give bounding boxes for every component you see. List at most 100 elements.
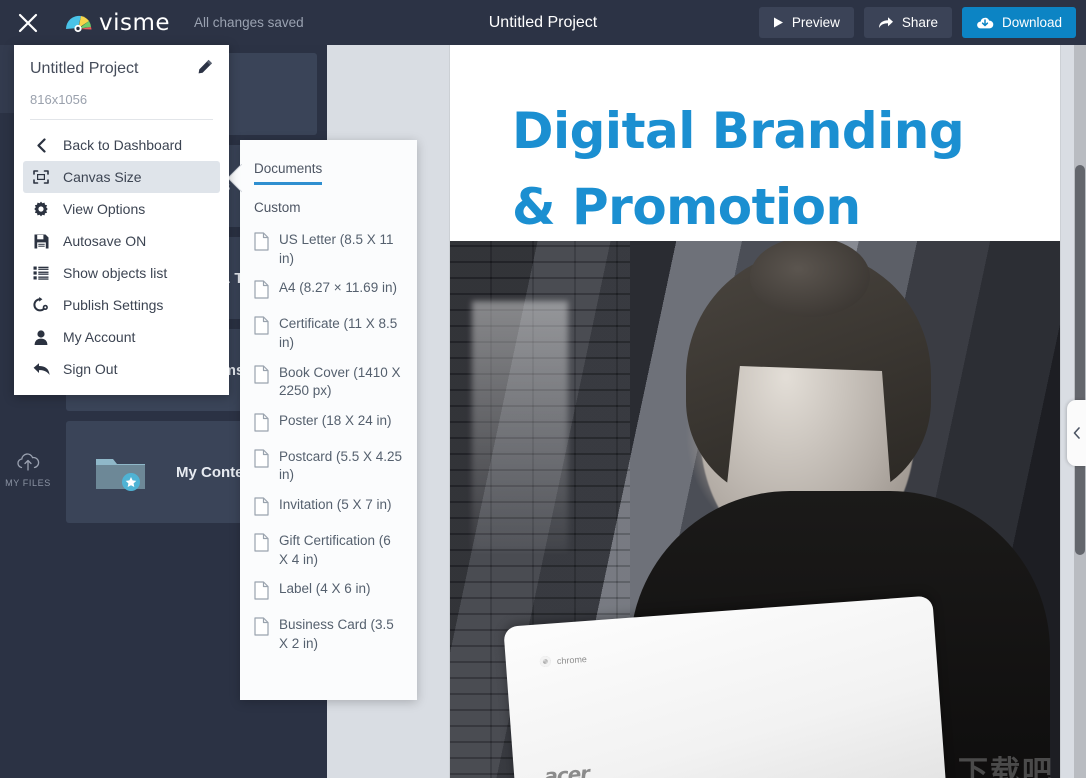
preset-label[interactable]: Label (4 X 6 in): [254, 580, 403, 605]
sign-out-arrow-icon: [31, 362, 51, 376]
document-icon: [254, 497, 269, 521]
document-preset-list: US Letter (8.5 X 11 in) A4 (8.27 × 11.69…: [254, 231, 403, 654]
chevron-left-icon: [31, 137, 51, 153]
chrome-badge: chrome: [539, 653, 588, 668]
chrome-logo-icon: [539, 655, 552, 668]
document-icon: [254, 316, 269, 340]
document-icon: [254, 533, 269, 557]
menu-item-label: Show objects list: [63, 265, 168, 281]
canvas-size-icon: [31, 170, 51, 184]
document-icon: [254, 617, 269, 641]
folder-star-icon: [66, 451, 176, 493]
share-button-label: Share: [901, 15, 938, 30]
list-icon: [31, 266, 51, 280]
tab-documents[interactable]: Documents: [254, 161, 323, 185]
menu-item-my-account[interactable]: My Account: [23, 321, 220, 353]
menu-item-canvas-size[interactable]: Canvas Size: [23, 161, 220, 193]
preset-gift-certification[interactable]: Gift Certification (6 X 4 in): [254, 532, 403, 569]
document-icon: [254, 413, 269, 437]
preset-label: Gift Certification (6 X 4 in): [279, 533, 391, 567]
menu-header: Untitled Project 816x1056: [14, 45, 229, 107]
preset-us-letter[interactable]: US Letter (8.5 X 11 in): [254, 231, 403, 268]
cloud-upload-icon: [15, 451, 41, 473]
floppy-disk-icon: [31, 234, 51, 249]
menu-item-label: Canvas Size: [63, 169, 142, 185]
preset-label: US Letter (8.5 X 11 in): [279, 232, 394, 266]
chrome-badge-label: chrome: [556, 653, 588, 666]
menu-item-sign-out[interactable]: Sign Out: [23, 353, 220, 385]
preset-label: A4 (8.27 × 11.69 in): [279, 280, 397, 296]
preset-label: Certificate (11 X 8.5 in): [279, 316, 398, 350]
menu-item-publish-settings[interactable]: Publish Settings: [23, 289, 220, 321]
preset-label: Business Card (3.5 X 2 in): [279, 617, 394, 651]
main-dropdown-menu[interactable]: Untitled Project 816x1056 Back to Dashbo…: [14, 45, 229, 395]
rail-item-my-files[interactable]: MY FILES: [0, 435, 56, 503]
preset-book-cover[interactable]: Book Cover (1410 X 2250 px): [254, 364, 403, 401]
preset-a4[interactable]: A4 (8.27 × 11.69 in): [254, 279, 403, 304]
design-page[interactable]: Digital Branding & Promotion chrome acer: [450, 45, 1060, 778]
document-icon: [254, 581, 269, 605]
gear-icon: [31, 201, 51, 217]
menu-item-autosave[interactable]: Autosave ON: [23, 225, 220, 257]
publish-icon: [31, 297, 51, 313]
user-icon: [31, 329, 51, 345]
preset-label: Invitation (5 X 7 in): [279, 497, 392, 512]
menu-item-back-to-dashboard[interactable]: Back to Dashboard: [23, 129, 220, 161]
menu-item-label: Autosave ON: [63, 233, 147, 249]
document-icon: [254, 232, 269, 256]
document-icon: [254, 449, 269, 473]
visme-editor-window: Digital Branding & Promotion chrome acer: [0, 0, 1086, 778]
cloud-download-icon: [977, 17, 994, 28]
design-title-line2: & Promotion: [512, 178, 861, 236]
custom-size-option[interactable]: Custom: [254, 200, 403, 215]
menu-item-label: View Options: [63, 201, 146, 217]
acer-logo-text: acer: [543, 761, 590, 778]
canvas-scrollbar-thumb[interactable]: [1075, 165, 1085, 555]
preset-label: Label (4 X 6 in): [279, 581, 371, 597]
menu-item-label: Publish Settings: [63, 297, 164, 313]
visme-brand-text: visme: [99, 9, 171, 36]
document-icon: [254, 364, 269, 389]
laptop-lid: chrome acer: [503, 595, 947, 778]
share-arrow-icon: [878, 16, 893, 28]
design-title-text[interactable]: Digital Branding & Promotion: [512, 93, 1012, 245]
preset-invitation[interactable]: Invitation (5 X 7 in): [254, 496, 403, 521]
close-editor-button[interactable]: [0, 0, 56, 45]
header-actions: Preview Share Download: [758, 0, 1076, 45]
canvas-area[interactable]: Digital Branding & Promotion chrome acer: [327, 45, 1086, 778]
preset-label: Postcard (5.5 X 4.25 in): [279, 448, 403, 483]
preview-button-label: Preview: [791, 15, 840, 30]
visme-brand[interactable]: visme: [64, 10, 170, 36]
preset-label: Poster (18 X 24 in): [279, 412, 392, 428]
preset-poster[interactable]: Poster (18 X 24 in): [254, 412, 403, 437]
play-icon: [773, 17, 783, 28]
menu-item-label: Sign Out: [63, 361, 118, 377]
pencil-icon[interactable]: [198, 59, 213, 79]
close-icon: [18, 13, 38, 32]
share-button[interactable]: Share: [863, 7, 952, 38]
visme-logo-icon: [64, 11, 92, 35]
menu-item-label: Back to Dashboard: [63, 137, 183, 153]
download-button-label: Download: [1001, 15, 1062, 30]
window-light: [472, 301, 568, 551]
menu-item-list: Back to Dashboard Canvas Size View Optio…: [14, 120, 229, 385]
document-icon: [254, 280, 269, 304]
design-photo[interactable]: chrome acer 下载吧 www.xiazaiba.com: [450, 241, 1060, 778]
canvas-size-flyout[interactable]: Documents Custom US Letter (8.5 X 11 in)…: [240, 140, 417, 700]
preview-button[interactable]: Preview: [758, 7, 854, 38]
save-status-text: All changes saved: [194, 15, 304, 30]
preset-label: Book Cover (1410 X 2250 px): [279, 364, 401, 399]
preset-business-card[interactable]: Business Card (3.5 X 2 in): [254, 616, 403, 653]
download-button[interactable]: Download: [961, 7, 1076, 38]
menu-project-title: Untitled Project: [30, 60, 139, 77]
chevron-left-icon: [1073, 427, 1080, 439]
menu-item-show-objects-list[interactable]: Show objects list: [23, 257, 220, 289]
menu-item-label: My Account: [63, 329, 136, 345]
design-title-line1: Digital Branding: [512, 102, 965, 160]
canvas-dimensions-text: 816x1056: [30, 92, 88, 107]
menu-item-view-options[interactable]: View Options: [23, 193, 220, 225]
preset-certificate[interactable]: Certificate (11 X 8.5 in): [254, 315, 403, 352]
right-panel-collapse-tab[interactable]: [1067, 400, 1086, 466]
rail-label-my-files: MY FILES: [5, 477, 51, 488]
preset-postcard[interactable]: Postcard (5.5 X 4.25 in): [254, 448, 403, 485]
